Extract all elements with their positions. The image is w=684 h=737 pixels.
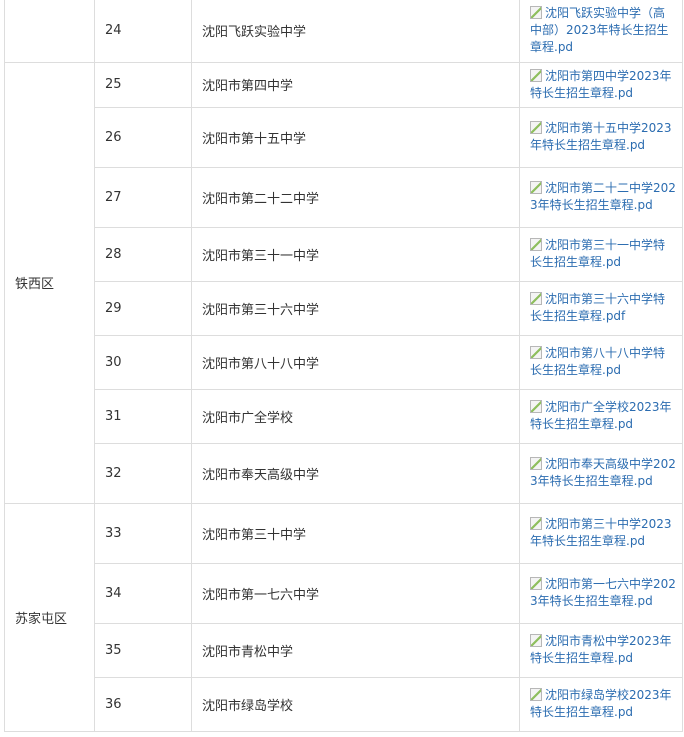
file-link-label: 沈阳市第二十二中学2023年特长生招生章程.pd [530, 181, 676, 212]
file-link[interactable]: 沈阳市青松中学2023年特长生招生章程.pd [530, 633, 676, 667]
broken-image-icon [530, 400, 542, 413]
file-link-label: 沈阳市奉天高级中学2023年特长生招生章程.pd [530, 457, 676, 488]
school-name: 沈阳市第四中学 [191, 61, 520, 108]
file-link-label: 沈阳市绿岛学校2023年特长生招生章程.pd [530, 688, 672, 719]
file-link-label: 沈阳市第三十一中学特长生招生章程.pd [530, 238, 666, 269]
file-link-label: 沈阳市第四中学2023年特长生招生章程.pd [530, 68, 672, 100]
row-number: 30 [94, 334, 192, 390]
district-cell-sujiatun: 苏家屯区 [4, 502, 95, 732]
broken-image-icon [530, 292, 542, 305]
school-name: 沈阳市第一七六中学 [191, 562, 520, 624]
file-cell: 沈阳飞跃实验中学（高中部）2023年特长生招生章程.pd [519, 0, 683, 63]
district-cell-empty [4, 0, 95, 63]
file-link[interactable]: 沈阳市第四中学2023年特长生招生章程.pd [530, 68, 676, 102]
broken-image-icon [530, 688, 542, 701]
file-link-label: 沈阳飞跃实验中学（高中部）2023年特长生招生章程.pd [530, 6, 669, 55]
broken-image-icon [530, 68, 542, 82]
broken-image-icon [530, 457, 542, 470]
file-cell: 沈阳市第三十一中学特长生招生章程.pd [519, 226, 683, 282]
school-name: 沈阳市第三十一中学 [191, 226, 520, 282]
file-link-label: 沈阳市广全学校2023年特长生招生章程.pd [530, 400, 672, 431]
file-link-label: 沈阳市第三十中学2023年特长生招生章程.pd [530, 517, 672, 548]
table-row: 31 沈阳市广全学校 沈阳市广全学校2023年特长生招生章程.pd [5, 388, 683, 444]
school-name: 沈阳市第十五中学 [191, 106, 520, 168]
table-row: 27 沈阳市第二十二中学 沈阳市第二十二中学2023年特长生招生章程.pd [5, 166, 683, 228]
row-number: 32 [94, 442, 192, 504]
file-cell: 沈阳市第三十中学2023年特长生招生章程.pd [519, 502, 683, 564]
school-name: 沈阳市青松中学 [191, 622, 520, 678]
file-cell: 沈阳市第三十六中学特长生招生章程.pdf [519, 280, 683, 336]
file-link[interactable]: 沈阳市第二十二中学2023年特长生招生章程.pd [530, 180, 676, 214]
file-cell: 沈阳市第十五中学2023年特长生招生章程.pd [519, 106, 683, 168]
broken-image-icon [530, 121, 542, 134]
school-name: 沈阳飞跃实验中学 [191, 0, 520, 63]
row-number: 35 [94, 622, 192, 678]
table-row: 34 沈阳市第一七六中学 沈阳市第一七六中学2023年特长生招生章程.pd [5, 562, 683, 624]
broken-image-icon [530, 6, 542, 20]
file-link[interactable]: 沈阳市奉天高级中学2023年特长生招生章程.pd [530, 456, 676, 490]
file-link[interactable]: 沈阳市第一七六中学2023年特长生招生章程.pd [530, 576, 676, 610]
table-row: 苏家屯区 33 沈阳市第三十中学 沈阳市第三十中学2023年特长生招生章程.pd [4, 502, 683, 732]
file-cell: 沈阳市第四中学2023年特长生招生章程.pd [519, 61, 683, 108]
row-number: 29 [94, 280, 192, 336]
school-name: 沈阳市奉天高级中学 [191, 442, 520, 504]
row-number: 25 [94, 61, 192, 108]
file-cell: 沈阳市绿岛学校2023年特长生招生章程.pd [519, 676, 683, 732]
school-name: 沈阳市广全学校 [191, 388, 520, 444]
file-link[interactable]: 沈阳市广全学校2023年特长生招生章程.pd [530, 399, 676, 433]
file-link-label: 沈阳市第一七六中学2023年特长生招生章程.pd [530, 577, 676, 608]
file-link[interactable]: 沈阳市第十五中学2023年特长生招生章程.pd [530, 120, 676, 154]
row-number: 28 [94, 226, 192, 282]
broken-image-icon [530, 181, 542, 194]
broken-image-icon [530, 634, 542, 647]
school-name: 沈阳市绿岛学校 [191, 676, 520, 732]
school-name: 沈阳市第八十八中学 [191, 334, 520, 390]
file-link-label: 沈阳市第十五中学2023年特长生招生章程.pd [530, 121, 672, 152]
table-row: 30 沈阳市第八十八中学 沈阳市第八十八中学特长生招生章程.pd [5, 334, 683, 390]
row-number: 27 [94, 166, 192, 228]
file-cell: 沈阳市第八十八中学特长生招生章程.pd [519, 334, 683, 390]
row-number: 26 [94, 106, 192, 168]
file-link[interactable]: 沈阳市第三十六中学特长生招生章程.pdf [530, 291, 676, 325]
row-number: 24 [94, 0, 192, 63]
table-row: 26 沈阳市第十五中学 沈阳市第十五中学2023年特长生招生章程.pd [5, 106, 683, 168]
row-number: 33 [94, 502, 192, 564]
school-name: 沈阳市第三十中学 [191, 502, 520, 564]
table-row: 28 沈阳市第三十一中学 沈阳市第三十一中学特长生招生章程.pd [5, 226, 683, 282]
row-number: 34 [94, 562, 192, 624]
broken-image-icon [530, 346, 542, 359]
file-cell: 沈阳市第一七六中学2023年特长生招生章程.pd [519, 562, 683, 624]
file-cell: 沈阳市第二十二中学2023年特长生招生章程.pd [519, 166, 683, 228]
file-link[interactable]: 沈阳市第三十一中学特长生招生章程.pd [530, 237, 676, 271]
broken-image-icon [530, 577, 542, 590]
broken-image-icon [530, 517, 542, 530]
broken-image-icon [530, 238, 542, 251]
file-link[interactable]: 沈阳市第八十八中学特长生招生章程.pd [530, 345, 676, 379]
file-link-label: 沈阳市第八十八中学特长生招生章程.pd [530, 346, 666, 377]
school-table: 24 沈阳飞跃实验中学 沈阳飞跃实验中学（高中部）2023年特长生招生章程.pd… [4, 0, 683, 732]
table-row: 36 沈阳市绿岛学校 沈阳市绿岛学校2023年特长生招生章程.pd [5, 676, 683, 732]
table-row: 32 沈阳市奉天高级中学 沈阳市奉天高级中学2023年特长生招生章程.pd [5, 442, 683, 504]
file-link[interactable]: 沈阳市第三十中学2023年特长生招生章程.pd [530, 516, 676, 550]
school-name: 沈阳市第三十六中学 [191, 280, 520, 336]
table-row: 29 沈阳市第三十六中学 沈阳市第三十六中学特长生招生章程.pdf [5, 280, 683, 336]
file-link[interactable]: 沈阳飞跃实验中学（高中部）2023年特长生招生章程.pd [530, 5, 676, 56]
district-cell-tiexi: 铁西区 [4, 61, 95, 504]
file-link-label: 沈阳市第三十六中学特长生招生章程.pdf [530, 292, 666, 323]
file-link[interactable]: 沈阳市绿岛学校2023年特长生招生章程.pd [530, 687, 676, 721]
row-number: 31 [94, 388, 192, 444]
school-name: 沈阳市第二十二中学 [191, 166, 520, 228]
row-number: 36 [94, 676, 192, 732]
table-row: 35 沈阳市青松中学 沈阳市青松中学2023年特长生招生章程.pd [5, 622, 683, 678]
file-cell: 沈阳市广全学校2023年特长生招生章程.pd [519, 388, 683, 444]
file-cell: 沈阳市青松中学2023年特长生招生章程.pd [519, 622, 683, 678]
file-link-label: 沈阳市青松中学2023年特长生招生章程.pd [530, 634, 672, 665]
table-row: 24 沈阳飞跃实验中学 沈阳飞跃实验中学（高中部）2023年特长生招生章程.pd [4, 0, 683, 63]
file-cell: 沈阳市奉天高级中学2023年特长生招生章程.pd [519, 442, 683, 504]
school-table-body: 24 沈阳飞跃实验中学 沈阳飞跃实验中学（高中部）2023年特长生招生章程.pd… [4, 0, 683, 732]
table-row: 铁西区 25 沈阳市第四中学 沈阳市第四中学2023年特长生招生章程.pd [4, 61, 683, 504]
